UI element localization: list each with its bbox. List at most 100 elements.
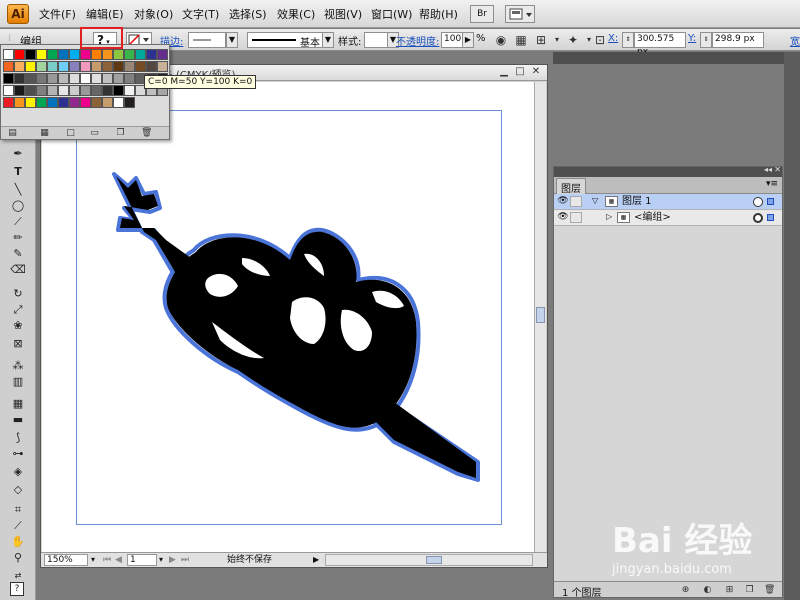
align-icon[interactable]: ▦ bbox=[514, 33, 528, 47]
y-link[interactable]: Y: bbox=[688, 33, 696, 44]
color-swatch[interactable] bbox=[36, 73, 47, 84]
document-canvas[interactable] bbox=[42, 82, 534, 552]
fill-swatch-icon[interactable]: ? bbox=[10, 582, 24, 596]
color-swatch[interactable] bbox=[102, 85, 113, 96]
color-swatch[interactable] bbox=[135, 61, 146, 72]
save-status-text[interactable]: 始终不保存 bbox=[227, 554, 272, 566]
graphic-style-swatch[interactable] bbox=[364, 32, 388, 48]
color-swatch[interactable] bbox=[113, 49, 124, 60]
color-swatch[interactable] bbox=[47, 49, 58, 60]
color-swatch[interactable] bbox=[36, 49, 47, 60]
color-swatch[interactable] bbox=[113, 61, 124, 72]
color-swatch[interactable] bbox=[25, 85, 36, 96]
isolate-group-icon[interactable]: ✦ bbox=[566, 33, 580, 47]
zoom-dropdown-arrow[interactable]: ▾ bbox=[91, 554, 95, 566]
y-stepper[interactable]: ⇕ bbox=[700, 32, 712, 48]
hand-tool-icon[interactable]: ✋ bbox=[8, 534, 28, 549]
menu-object[interactable]: 对象(O) bbox=[134, 6, 173, 22]
column-graph-tool-icon[interactable]: ▥ bbox=[8, 374, 28, 389]
color-swatch[interactable] bbox=[14, 73, 25, 84]
type-tool-icon[interactable]: T bbox=[8, 164, 28, 179]
tab-layers[interactable]: 图层 bbox=[556, 178, 586, 195]
color-swatch[interactable] bbox=[91, 61, 102, 72]
scale-tool-icon[interactable]: ⤢ bbox=[8, 302, 28, 317]
zoom-level-field[interactable]: 150% bbox=[44, 554, 88, 566]
swatch-kinds-icon[interactable]: ▦ bbox=[39, 128, 50, 138]
group-target-icon[interactable] bbox=[753, 213, 763, 223]
previous-artboard-icon[interactable]: ◀ bbox=[115, 554, 122, 566]
close-panel-icon[interactable]: ✕ bbox=[774, 165, 781, 174]
blend-tool-icon[interactable]: ⊶ bbox=[8, 446, 28, 461]
mesh-tool-icon[interactable]: ▦ bbox=[8, 396, 28, 411]
color-swatch[interactable] bbox=[14, 61, 25, 72]
color-swatch[interactable] bbox=[102, 49, 113, 60]
color-swatch[interactable] bbox=[80, 61, 91, 72]
color-swatch[interactable] bbox=[135, 49, 146, 60]
layer-name[interactable]: 图层 1 bbox=[622, 195, 652, 208]
color-swatch[interactable] bbox=[69, 61, 80, 72]
color-swatch[interactable] bbox=[80, 97, 91, 108]
color-swatch[interactable] bbox=[47, 85, 58, 96]
color-swatch[interactable] bbox=[14, 97, 25, 108]
symbol-sprayer-tool-icon[interactable]: ⁂ bbox=[8, 358, 28, 373]
menu-view[interactable]: 视图(V) bbox=[324, 6, 362, 22]
color-swatch[interactable] bbox=[36, 61, 47, 72]
color-swatch[interactable] bbox=[25, 73, 36, 84]
menu-window[interactable]: 窗口(W) bbox=[371, 6, 412, 22]
last-artboard-icon[interactable]: ⏭ bbox=[181, 554, 189, 566]
color-swatch[interactable] bbox=[58, 85, 69, 96]
free-transform-tool-icon[interactable]: ⊠ bbox=[8, 336, 28, 351]
arrange-documents-button[interactable] bbox=[505, 5, 535, 23]
collapse-triangle-icon[interactable]: ▷ bbox=[606, 212, 612, 221]
reference-point-icon[interactable]: ⊡ bbox=[593, 33, 607, 47]
panel-menu-icon[interactable]: ▾≡ bbox=[766, 179, 778, 189]
color-swatch[interactable] bbox=[69, 73, 80, 84]
slice-tool-icon[interactable]: ⟋ bbox=[8, 518, 28, 533]
recolor-artwork-icon[interactable]: ◉ bbox=[494, 33, 508, 47]
locate-object-icon[interactable]: ⊕ bbox=[680, 585, 691, 595]
opacity-dropdown[interactable]: ▶ bbox=[462, 32, 474, 48]
color-swatch[interactable] bbox=[113, 97, 124, 108]
color-swatch[interactable] bbox=[113, 73, 124, 84]
eyedropper-tool-icon[interactable]: ⟆ bbox=[8, 430, 28, 445]
menu-help[interactable]: 帮助(H) bbox=[419, 6, 458, 22]
artboard-dropdown-arrow[interactable]: ▾ bbox=[159, 554, 163, 566]
color-swatch[interactable] bbox=[157, 49, 168, 60]
warp-tool-icon[interactable]: ❀ bbox=[8, 318, 28, 333]
swatch-library-icon[interactable]: ▤ bbox=[7, 128, 18, 138]
stroke-profile-select[interactable]: 基本 bbox=[247, 32, 323, 49]
color-swatch[interactable] bbox=[47, 73, 58, 84]
swatch-options-icon[interactable]: □ bbox=[65, 128, 76, 138]
color-swatch[interactable] bbox=[69, 85, 80, 96]
color-swatch[interactable] bbox=[69, 49, 80, 60]
color-swatch[interactable] bbox=[3, 61, 14, 72]
color-swatch[interactable] bbox=[3, 85, 14, 96]
new-color-group-icon[interactable]: ▭ bbox=[89, 128, 100, 138]
color-swatch[interactable] bbox=[25, 61, 36, 72]
collapse-panel-icon[interactable]: ◂◂ bbox=[764, 165, 772, 174]
crop-area-tool-icon[interactable]: ⌗ bbox=[8, 502, 28, 517]
delete-swatch-icon[interactable]: 🗑 bbox=[141, 128, 152, 138]
pencil-tool-icon[interactable]: ✏ bbox=[8, 230, 28, 245]
close-icon[interactable]: ✕ bbox=[530, 67, 542, 78]
make-clipping-mask-icon[interactable]: ◐ bbox=[702, 585, 713, 595]
horizontal-scrollbar[interactable] bbox=[325, 554, 533, 566]
y-position-input[interactable]: 298.9 px bbox=[712, 32, 764, 48]
delete-layer-icon[interactable]: 🗑 bbox=[764, 585, 775, 595]
control-dropdown-arrow[interactable]: ▾ bbox=[550, 33, 564, 47]
group-name[interactable]: <编组> bbox=[634, 211, 671, 224]
color-swatch[interactable] bbox=[80, 85, 91, 96]
layer-row-group[interactable]: 👁 ▷ ▦ <编组> bbox=[554, 210, 782, 226]
color-swatch[interactable] bbox=[91, 73, 102, 84]
color-swatch[interactable] bbox=[146, 61, 157, 72]
color-swatch[interactable] bbox=[3, 97, 14, 108]
layer-target-icon[interactable] bbox=[753, 197, 763, 207]
color-swatch[interactable] bbox=[36, 97, 47, 108]
visibility-eye-icon[interactable]: 👁 bbox=[557, 212, 569, 223]
bridge-button[interactable]: Br bbox=[470, 5, 494, 23]
paintbrush-tool-icon[interactable]: ⟋ bbox=[8, 214, 28, 229]
x-stepper[interactable]: ⇕ bbox=[622, 32, 634, 48]
first-artboard-icon[interactable]: ⏮ bbox=[103, 554, 111, 566]
lock-toggle[interactable] bbox=[570, 212, 582, 223]
color-swatch[interactable] bbox=[91, 97, 102, 108]
